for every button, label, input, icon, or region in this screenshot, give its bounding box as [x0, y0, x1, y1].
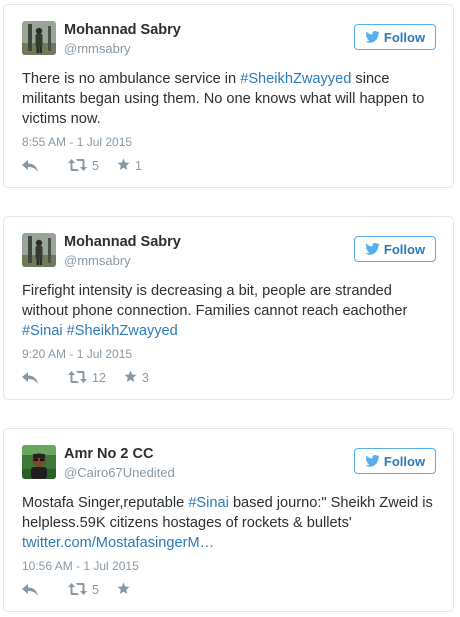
bird-icon: [365, 31, 380, 43]
tweet-card: Mohannad Sabry @mmsabry Follow Firefight…: [3, 216, 454, 400]
tweet-timestamp[interactable]: 10:56 AM - 1 Jul 2015: [22, 559, 139, 573]
tweet-timestamp[interactable]: 8:55 AM - 1 Jul 2015: [22, 135, 132, 149]
reply-icon[interactable]: [22, 584, 38, 596]
hashtag-link[interactable]: #SheikhZwayyed: [67, 323, 178, 339]
avatar[interactable]: [22, 21, 56, 55]
tweet-text: There is no ambulance service in #Sheikh…: [22, 69, 439, 129]
star-icon: [117, 582, 130, 598]
tweet-text-part: Firefight intensity is decreasing a bit,…: [22, 283, 408, 319]
tweet-text-part: Mostafa Singer,reputable: [22, 495, 189, 511]
follow-button[interactable]: Follow: [354, 24, 436, 50]
bird-icon: [365, 243, 380, 255]
tweet-card: Amr No 2 CC @Cairo67Unedited Follow Most…: [3, 428, 454, 612]
follow-label: Follow: [383, 29, 426, 45]
retweet-count: 5: [92, 583, 99, 597]
tweet-card: Mohannad Sabry @mmsabry Follow There is …: [3, 4, 454, 188]
hashtag-link[interactable]: #Sinai: [188, 495, 229, 511]
tweet-text: Firefight intensity is decreasing a bit,…: [22, 281, 439, 341]
favorite-count: 1: [134, 159, 142, 173]
favorite-count: 3: [141, 371, 149, 385]
display-name[interactable]: Mohannad Sabry: [64, 22, 181, 38]
follow-button[interactable]: Follow: [354, 236, 436, 262]
favorite-action[interactable]: 3: [124, 370, 149, 386]
tweet-actions: 5: [22, 582, 135, 598]
retweet-action[interactable]: 5: [68, 158, 99, 174]
tweet-text-part: There is no ambulance service in: [22, 71, 241, 87]
tweet-actions: 12 3: [22, 370, 149, 386]
tweet-text: Mostafa Singer,reputable #Sinai based jo…: [22, 493, 439, 553]
retweet-icon: [68, 370, 87, 386]
retweet-count: 12: [92, 371, 106, 385]
star-icon: [124, 370, 137, 386]
tweet-actions: 5 1: [22, 158, 142, 174]
tweet-feed: Mohannad Sabry @mmsabry Follow There is …: [0, 0, 460, 617]
follow-button[interactable]: Follow: [354, 448, 436, 474]
reply-icon[interactable]: [22, 160, 38, 172]
favorite-action[interactable]: 1: [117, 158, 142, 174]
retweet-icon: [68, 582, 87, 598]
hashtag-link[interactable]: #SheikhZwayyed: [240, 71, 351, 87]
reply-icon[interactable]: [22, 372, 38, 384]
retweet-action[interactable]: 12: [68, 370, 106, 386]
retweet-action[interactable]: 5: [68, 582, 99, 598]
retweet-count: 5: [92, 159, 99, 173]
bird-icon: [365, 455, 380, 467]
tweet-timestamp[interactable]: 9:20 AM - 1 Jul 2015: [22, 347, 132, 361]
display-name[interactable]: Mohannad Sabry: [64, 234, 181, 250]
follow-label: Follow: [383, 453, 426, 469]
user-handle[interactable]: @Cairo67Unedited: [64, 465, 175, 480]
user-handle[interactable]: @mmsabry: [64, 41, 131, 56]
follow-label: Follow: [383, 241, 426, 257]
avatar[interactable]: [22, 233, 56, 267]
star-icon: [117, 158, 130, 174]
avatar[interactable]: [22, 445, 56, 479]
retweet-icon: [68, 158, 87, 174]
hashtag-link[interactable]: #Sinai: [22, 323, 63, 339]
display-name[interactable]: Amr No 2 CC: [64, 446, 153, 462]
user-handle[interactable]: @mmsabry: [64, 253, 131, 268]
url-link[interactable]: twitter.com/MostafasingerM…: [22, 535, 214, 551]
favorite-action[interactable]: [117, 582, 135, 598]
